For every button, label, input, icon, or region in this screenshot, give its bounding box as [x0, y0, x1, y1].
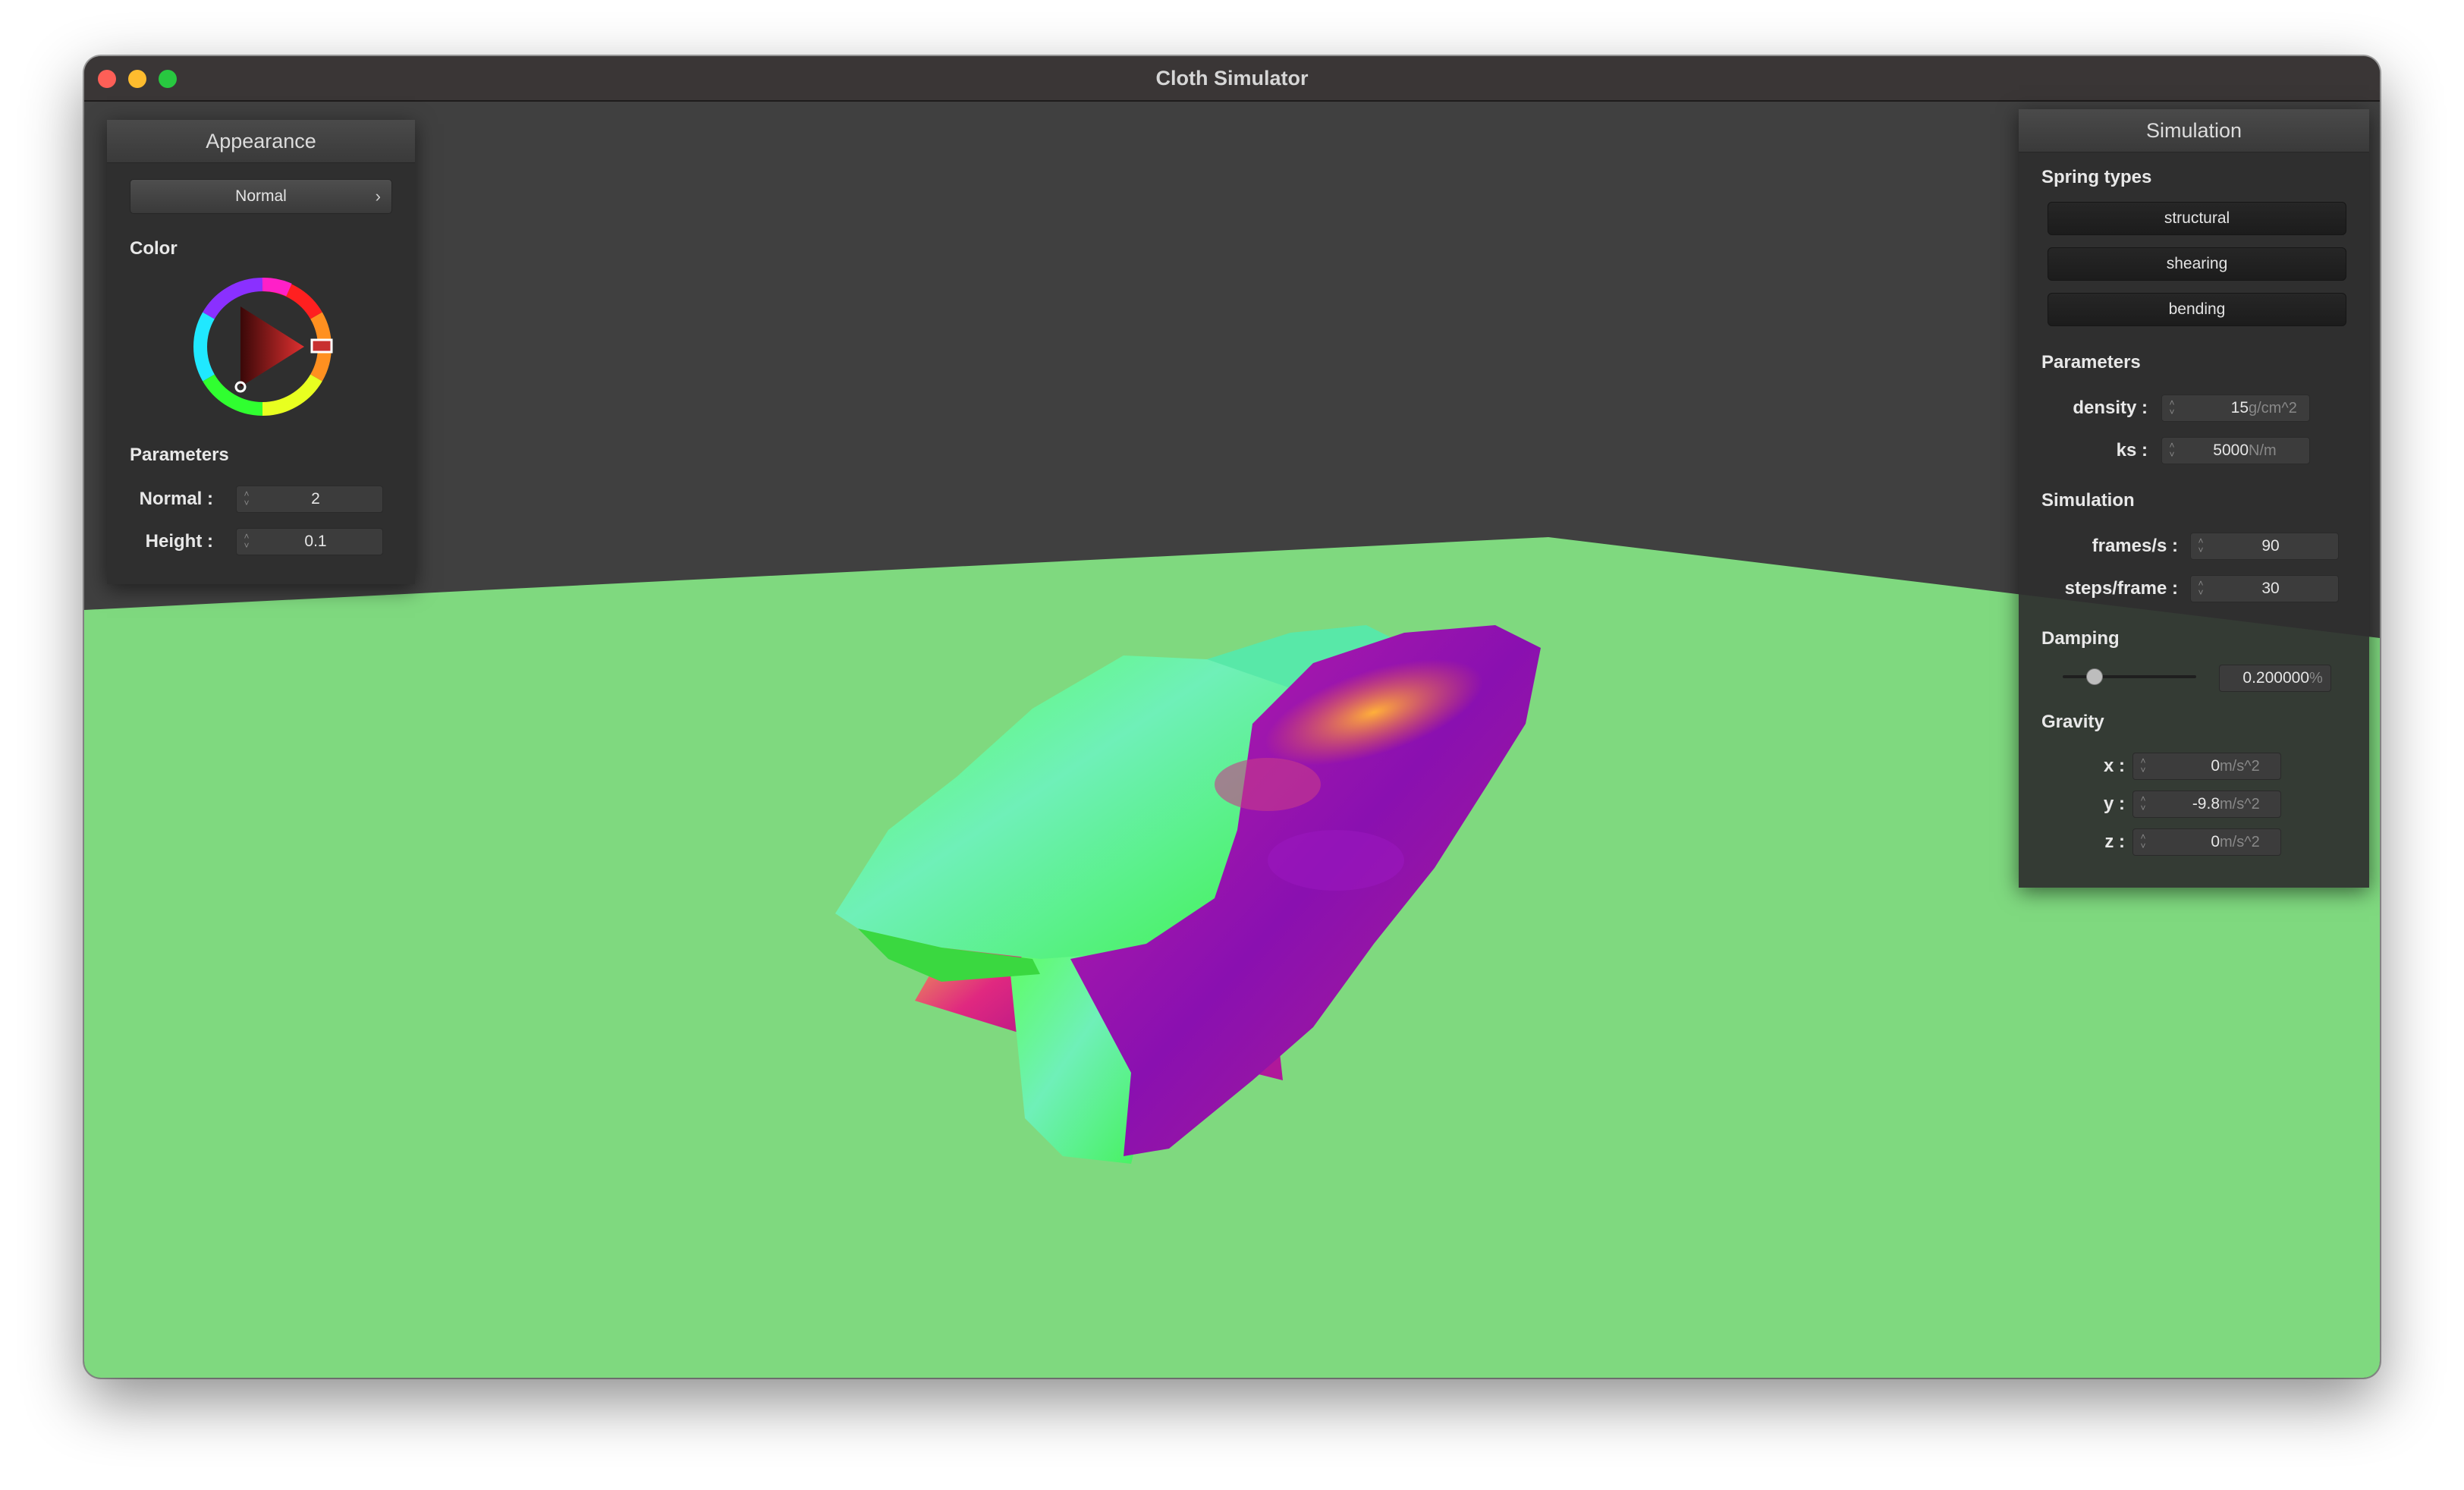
steps-per-frame-input[interactable]: ˄ ˅ 30 — [2190, 575, 2339, 602]
color-wheel[interactable] — [192, 276, 333, 417]
spinner-icon[interactable]: ˄ ˅ — [2195, 536, 2206, 556]
cloth-simulator-window: Cloth Simulator Appearance Normal › Colo… — [84, 56, 2380, 1378]
appearance-parameters-label: Parameters — [130, 445, 229, 465]
spring-types-label: Spring types — [2041, 167, 2152, 187]
simulation-parameters-label: Parameters — [2041, 352, 2141, 372]
structural-spring-toggle[interactable]: structural — [2048, 202, 2346, 235]
spinner-icon[interactable]: ˄ ˅ — [2138, 756, 2148, 776]
damping-unit: % — [2309, 670, 2323, 687]
spinner-icon[interactable]: ˄ ˅ — [2167, 441, 2177, 461]
spinner-icon[interactable]: ˄ ˅ — [2138, 832, 2148, 852]
chevron-right-icon: › — [375, 187, 381, 206]
shearing-spring-toggle[interactable]: shearing — [2048, 247, 2346, 281]
steps-per-frame-label: steps/frame : — [2064, 578, 2178, 599]
ks-label: ks : — [2116, 440, 2148, 461]
height-input[interactable]: ˄ ˅ 0.1 — [236, 528, 383, 555]
normal-input[interactable]: ˄ ˅ 2 — [236, 486, 383, 513]
damping-slider[interactable] — [2063, 668, 2196, 685]
simulation-panel-header[interactable]: Simulation — [2019, 109, 2369, 152]
density-unit: g/cm^2 — [2249, 400, 2297, 417]
hue-selector-handle — [310, 338, 333, 354]
ks-input[interactable]: ˄ ˅ 5000 N/m — [2161, 437, 2310, 464]
simulation-section-label: Simulation — [2041, 490, 2135, 511]
normal-label: Normal : — [139, 489, 213, 509]
gravity-z-label: z : — [2104, 831, 2125, 852]
title-bar: Cloth Simulator — [84, 56, 2380, 102]
spinner-icon[interactable]: ˄ ˅ — [2138, 794, 2148, 814]
spinner-icon[interactable]: ˄ ˅ — [241, 489, 252, 509]
gravity-x-unit: m/s^2 — [2220, 758, 2260, 775]
appearance-panel-header[interactable]: Appearance — [107, 120, 415, 163]
simulation-panel: Simulation Spring types structural shear… — [2019, 109, 2369, 888]
frames-per-second-label: frames/s : — [2092, 536, 2178, 556]
gravity-label: Gravity — [2041, 712, 2104, 732]
frames-per-second-input[interactable]: ˄ ˅ 90 — [2190, 533, 2339, 560]
spinner-icon[interactable]: ˄ ˅ — [2167, 398, 2177, 418]
appearance-panel: Appearance Normal › Color Parameters Nor… — [107, 120, 415, 584]
height-label: Height : — [145, 531, 213, 552]
gravity-z-unit: m/s^2 — [2220, 834, 2260, 850]
density-input[interactable]: ˄ ˅ 15 g/cm^2 — [2161, 395, 2310, 422]
gravity-z-input[interactable]: ˄ ˅ 0 m/s^2 — [2132, 828, 2281, 856]
shader-dropdown[interactable]: Normal › — [130, 179, 392, 214]
gravity-y-input[interactable]: ˄ ˅ -9.8 m/s^2 — [2132, 791, 2281, 818]
density-label: density : — [2073, 398, 2148, 418]
window-title: Cloth Simulator — [1155, 67, 1309, 90]
gravity-x-label: x : — [2103, 756, 2125, 776]
damping-label: Damping — [2041, 628, 2120, 649]
shader-dropdown-value: Normal — [235, 187, 287, 205]
damping-slider-handle[interactable] — [2085, 668, 2103, 685]
color-label: Color — [130, 238, 178, 259]
spinner-icon[interactable]: ˄ ˅ — [2195, 579, 2206, 599]
gravity-y-unit: m/s^2 — [2220, 796, 2260, 813]
gravity-y-label: y : — [2103, 794, 2125, 814]
spinner-icon[interactable]: ˄ ˅ — [241, 532, 252, 552]
ks-unit: N/m — [2249, 442, 2277, 459]
damping-input[interactable]: 0.200000 % — [2219, 665, 2331, 692]
bending-spring-toggle[interactable]: bending — [2048, 293, 2346, 326]
gravity-x-input[interactable]: ˄ ˅ 0 m/s^2 — [2132, 753, 2281, 780]
